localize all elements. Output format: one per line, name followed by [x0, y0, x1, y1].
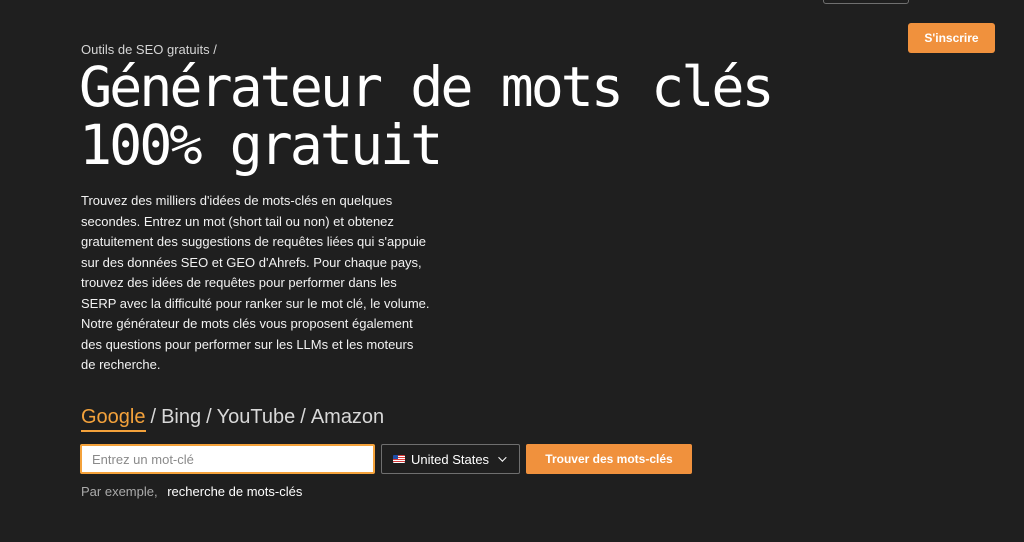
tab-separator: /: [300, 406, 306, 428]
example-suggestion: Par exemple, recherche de mots-clés: [81, 484, 302, 499]
tab-separator: /: [206, 406, 212, 428]
example-label: Par exemple,: [81, 484, 158, 499]
tab-separator: /: [150, 406, 157, 428]
page-title-line-2: 100% gratuit: [79, 113, 443, 177]
example-keyword-link[interactable]: recherche de mots-clés: [167, 484, 302, 499]
tab-amazon[interactable]: Amazon: [311, 406, 384, 428]
us-flag-icon: [393, 455, 405, 463]
country-label: United States: [411, 451, 490, 467]
tab-youtube[interactable]: YouTube: [217, 406, 296, 428]
search-engine-tabs: Google / Bing / YouTube / Amazon: [81, 405, 384, 432]
find-keywords-button[interactable]: Trouver des mots-clés: [526, 444, 692, 474]
chevron-down-icon: [498, 453, 507, 462]
page-title-line-1: Générateur de mots clés: [79, 55, 775, 119]
page-description: Trouvez des milliers d'idées de mots-clé…: [81, 193, 430, 372]
keyword-search-input[interactable]: [80, 444, 375, 474]
country-selector[interactable]: United States: [381, 444, 520, 474]
signup-button[interactable]: S'inscrire: [908, 23, 995, 53]
top-outline-button[interactable]: [823, 0, 909, 4]
tab-google[interactable]: Google: [81, 406, 146, 432]
page-title: Générateur de mots clés 100% gratuit: [79, 58, 839, 174]
tab-bing[interactable]: Bing: [161, 406, 201, 428]
